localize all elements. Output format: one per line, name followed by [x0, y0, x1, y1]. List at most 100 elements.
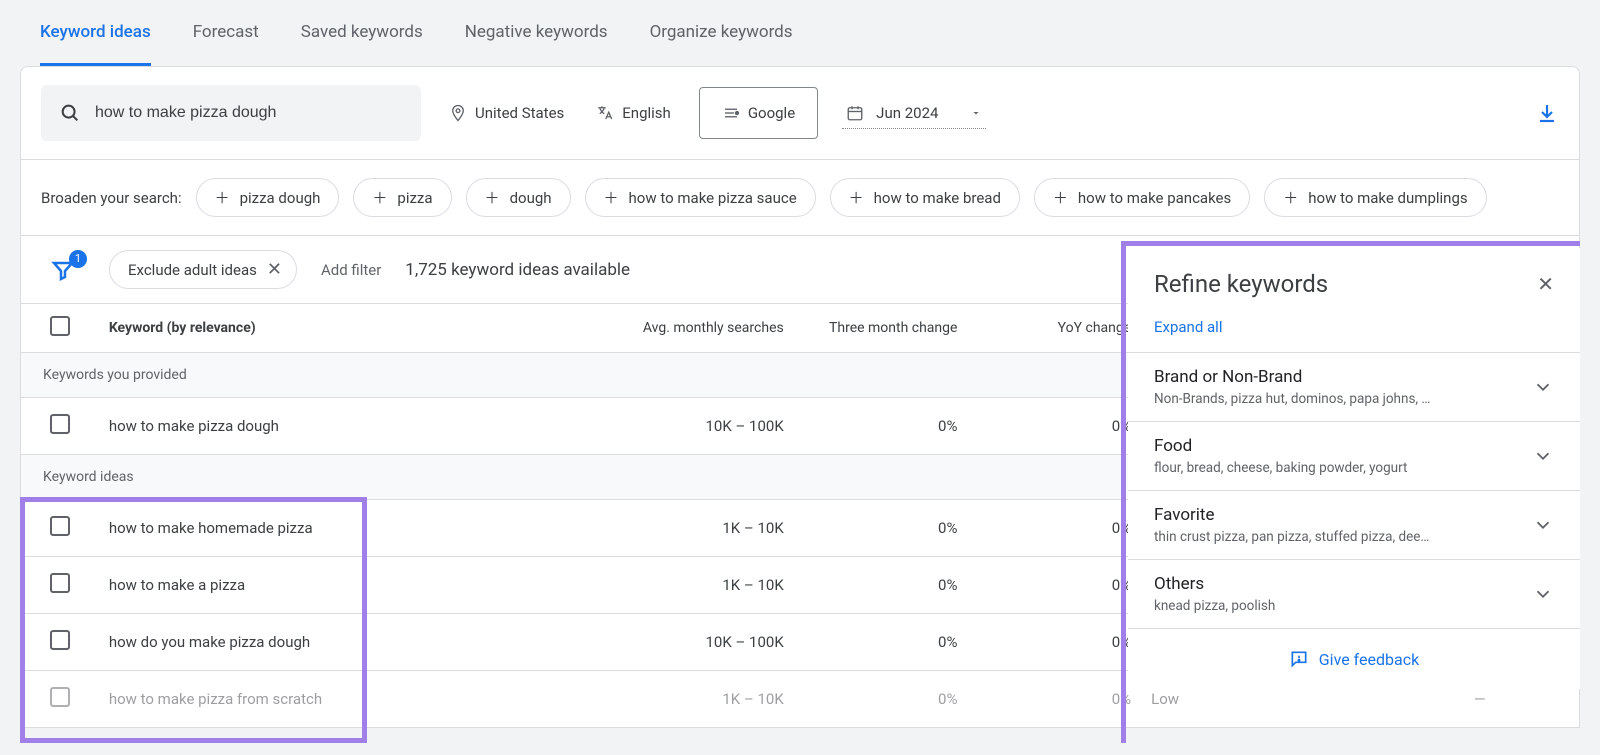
chevron-down-icon	[970, 107, 982, 119]
plus-icon: ＋	[849, 187, 864, 208]
cell-avg: 1K – 10K	[502, 500, 794, 557]
row-checkbox[interactable]	[50, 630, 70, 650]
refine-section-sub: thin crust pizza, pan pizza, stuffed piz…	[1154, 529, 1429, 545]
cell-keyword: how to make homemade pizza	[99, 500, 502, 557]
cell-yoy: 0%	[967, 500, 1141, 557]
filter-indicator[interactable]: 1	[41, 252, 85, 288]
language-label: English	[622, 104, 671, 122]
refine-section-title: Favorite	[1154, 505, 1429, 525]
location-label: United States	[475, 104, 564, 122]
plus-icon: ＋	[1053, 187, 1068, 208]
tab-negative-keywords[interactable]: Negative keywords	[465, 0, 608, 66]
broaden-chip[interactable]: ＋dough	[466, 178, 571, 217]
chevron-down-icon	[1532, 445, 1554, 467]
plus-icon: ＋	[485, 187, 500, 208]
cell-avg: 10K – 100K	[502, 398, 794, 455]
col-yoy[interactable]: YoY change	[967, 304, 1141, 353]
network-label: Google	[748, 104, 795, 122]
refine-section-title: Food	[1154, 436, 1407, 456]
chevron-down-icon	[1532, 583, 1554, 605]
cell-tmc: 0%	[794, 398, 968, 455]
col-three-month[interactable]: Three month change	[794, 304, 968, 353]
search-box[interactable]	[41, 85, 421, 141]
search-icon	[59, 102, 81, 124]
refine-section-food[interactable]: Food flour, bread, cheese, baking powder…	[1128, 421, 1580, 490]
cell-yoy: 0%	[967, 671, 1141, 728]
tab-keyword-ideas[interactable]: Keyword ideas	[40, 0, 151, 66]
col-keyword[interactable]: Keyword (by relevance)	[99, 304, 502, 353]
broaden-chip[interactable]: ＋pizza	[353, 178, 451, 217]
calendar-icon	[846, 104, 864, 122]
tabs: Keyword ideas Forecast Saved keywords Ne…	[0, 0, 1600, 66]
refine-section-title: Brand or Non-Brand	[1154, 367, 1430, 387]
row-checkbox[interactable]	[50, 573, 70, 593]
plus-icon: ＋	[604, 187, 619, 208]
refine-title: Refine keywords	[1154, 270, 1328, 298]
cell-yoy: 0%	[967, 557, 1141, 614]
cell-avg: 1K – 10K	[502, 671, 794, 728]
cell-yoy: 0%	[967, 614, 1141, 671]
tab-organize-keywords[interactable]: Organize keywords	[650, 0, 793, 66]
broaden-bar: Broaden your search: ＋pizza dough ＋pizza…	[21, 160, 1579, 236]
row-checkbox[interactable]	[50, 414, 70, 434]
expand-all-button[interactable]: Expand all	[1128, 312, 1580, 352]
refine-section-favorite[interactable]: Favorite thin crust pizza, pan pizza, st…	[1128, 490, 1580, 559]
language-selector[interactable]: English	[592, 98, 675, 128]
refine-section-title: Others	[1154, 574, 1275, 594]
filter-chip-label: Exclude adult ideas	[128, 261, 257, 279]
broaden-chip[interactable]: ＋how to make pancakes	[1034, 178, 1250, 217]
active-filter-chip[interactable]: Exclude adult ideas ✕	[109, 250, 297, 289]
plus-icon: ＋	[1283, 187, 1298, 208]
refine-section-sub: flour, bread, cheese, baking powder, yog…	[1154, 460, 1407, 476]
cell-keyword: how to make pizza from scratch	[99, 671, 502, 728]
download-button[interactable]	[1535, 101, 1559, 125]
result-count: 1,725 keyword ideas available	[405, 260, 630, 280]
location-selector[interactable]: United States	[445, 98, 568, 128]
feedback-label: Give feedback	[1319, 650, 1419, 669]
cell-tmc: 0%	[794, 671, 968, 728]
add-filter-button[interactable]: Add filter	[321, 261, 381, 279]
network-icon	[722, 104, 740, 122]
broaden-chip[interactable]: ＋pizza dough	[196, 178, 340, 217]
toolbar: United States English Google Jun 2024	[21, 67, 1579, 160]
chevron-down-icon	[1532, 514, 1554, 536]
date-label: Jun 2024	[876, 104, 938, 122]
tab-forecast[interactable]: Forecast	[193, 0, 259, 66]
network-selector[interactable]: Google	[699, 87, 818, 139]
cell-yoy: 0%	[967, 398, 1141, 455]
select-all-checkbox[interactable]	[50, 316, 70, 336]
refine-section-others[interactable]: Others knead pizza, poolish	[1128, 559, 1580, 628]
row-checkbox[interactable]	[50, 516, 70, 536]
plus-icon: ＋	[372, 187, 387, 208]
col-avg-searches[interactable]: Avg. monthly searches	[502, 304, 794, 353]
search-input[interactable]	[95, 104, 403, 122]
cell-keyword: how do you make pizza dough	[99, 614, 502, 671]
feedback-icon	[1289, 649, 1309, 669]
broaden-label: Broaden your search:	[41, 189, 182, 207]
broaden-chip[interactable]: ＋how to make pizza sauce	[585, 178, 816, 217]
chevron-down-icon	[1532, 376, 1554, 398]
cell-avg: 1K – 10K	[502, 557, 794, 614]
cell-keyword: how to make pizza dough	[99, 398, 502, 455]
cell-tmc: 0%	[794, 557, 968, 614]
refine-section-sub: Non-Brands, pizza hut, dominos, papa joh…	[1154, 391, 1430, 407]
plus-icon: ＋	[215, 187, 230, 208]
give-feedback-button[interactable]: Give feedback	[1128, 628, 1580, 689]
refine-panel: Refine keywords ✕ Expand all Brand or No…	[1128, 248, 1580, 689]
cell-tmc: 0%	[794, 500, 968, 557]
close-icon[interactable]: ✕	[267, 259, 282, 280]
close-panel-icon[interactable]: ✕	[1537, 272, 1554, 296]
cell-tmc: 0%	[794, 614, 968, 671]
language-icon	[596, 104, 614, 122]
refine-section-sub: knead pizza, poolish	[1154, 598, 1275, 614]
broaden-chip[interactable]: ＋how to make dumplings	[1264, 178, 1486, 217]
tab-saved-keywords[interactable]: Saved keywords	[301, 0, 423, 66]
cell-keyword: how to make a pizza	[99, 557, 502, 614]
filter-count-badge: 1	[69, 250, 87, 268]
cell-avg: 10K – 100K	[502, 614, 794, 671]
date-selector[interactable]: Jun 2024	[842, 98, 986, 129]
broaden-chip[interactable]: ＋how to make bread	[830, 178, 1020, 217]
refine-section-brand[interactable]: Brand or Non-Brand Non-Brands, pizza hut…	[1128, 352, 1580, 421]
row-checkbox[interactable]	[50, 687, 70, 707]
location-icon	[449, 104, 467, 122]
